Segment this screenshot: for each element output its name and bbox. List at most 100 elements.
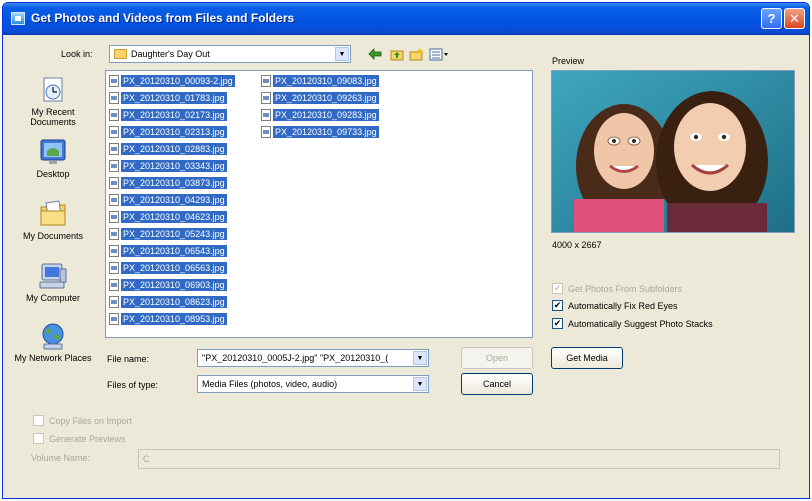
get-media-button[interactable]: Get Media: [551, 347, 623, 369]
back-arrow-icon[interactable]: [367, 48, 383, 62]
image-file-icon: [109, 227, 119, 240]
place-label: Desktop: [36, 169, 70, 179]
file-item[interactable]: PX_20120310_08623.jpg: [109, 293, 235, 310]
image-file-icon: [109, 261, 119, 274]
file-name: PX_20120310_06543.jpg: [121, 244, 227, 257]
file-item[interactable]: PX_20120310_04623.jpg: [109, 208, 235, 225]
suggest-photo-stacks-checkbox[interactable]: ✔ Automatically Suggest Photo Stacks: [552, 318, 713, 329]
network-places-icon: [38, 321, 68, 351]
help-button[interactable]: ?: [761, 8, 782, 29]
place-label: My Recent Documents: [30, 107, 76, 127]
look-in-value: Daughter's Day Out: [131, 49, 210, 59]
file-name: PX_20120310_03873.jpg: [121, 176, 227, 189]
my-documents-icon: [38, 199, 68, 229]
open-button[interactable]: Open: [461, 347, 533, 369]
file-item[interactable]: PX_20120310_02313.jpg: [109, 123, 235, 140]
image-file-icon: [261, 91, 271, 104]
file-name: PX_20120310_05243.jpg: [121, 227, 227, 240]
files-of-type-dropdown[interactable]: Media Files (photos, video, audio) ▼: [197, 375, 429, 393]
look-in-label: Look in:: [61, 49, 93, 59]
file-name: PX_20120310_00093-2.jpg: [121, 74, 235, 87]
file-column-1: PX_20120310_00093-2.jpg PX_20120310_01783…: [109, 72, 235, 327]
file-name: PX_20120310_06563.jpg: [121, 261, 227, 274]
image-file-icon: [109, 244, 119, 257]
file-name-value: "PX_20120310_0005J-2.jpg" "PX_20120310_(: [202, 353, 389, 363]
file-name: PX_20120310_09283.jpg: [273, 108, 379, 121]
place-label: My Computer: [25, 293, 80, 303]
my-computer-icon: [38, 261, 68, 291]
new-folder-icon[interactable]: [408, 48, 424, 62]
file-item[interactable]: PX_20120310_02173.jpg: [109, 106, 235, 123]
file-item[interactable]: PX_20120310_04293.jpg: [109, 191, 235, 208]
checkmark-icon: ✔: [552, 283, 563, 294]
place-label: My Network Places: [14, 353, 92, 363]
image-file-icon: [109, 210, 119, 223]
file-item[interactable]: PX_20120310_06543.jpg: [109, 242, 235, 259]
file-name: PX_20120310_02883.jpg: [121, 142, 227, 155]
dialog-title: Get Photos and Videos from Files and Fol…: [31, 11, 295, 25]
checkmark-icon: ✔: [552, 318, 563, 329]
file-item[interactable]: PX_20120310_08953.jpg: [109, 310, 235, 327]
file-item[interactable]: PX_20120310_09263.jpg: [261, 89, 379, 106]
volume-name-field[interactable]: C: [138, 449, 780, 469]
cancel-button[interactable]: Cancel: [461, 373, 533, 395]
file-item[interactable]: PX_20120310_05243.jpg: [109, 225, 235, 242]
image-file-icon: [109, 125, 119, 138]
look-in-dropdown[interactable]: Daughter's Day Out ▼: [109, 45, 351, 63]
views-menu-icon[interactable]: [429, 48, 451, 62]
file-name: PX_20120310_09083.jpg: [273, 74, 379, 87]
file-item[interactable]: PX_20120310_00093-2.jpg: [109, 72, 235, 89]
close-button[interactable]: ✕: [784, 8, 805, 29]
file-item[interactable]: PX_20120310_01783.jpg: [109, 89, 235, 106]
image-file-icon: [261, 125, 271, 138]
place-my-network-places[interactable]: My Network Places: [13, 321, 93, 363]
file-item[interactable]: PX_20120310_03873.jpg: [109, 174, 235, 191]
file-item[interactable]: PX_20120310_09733.jpg: [261, 123, 379, 140]
file-item[interactable]: PX_20120310_06903.jpg: [109, 276, 235, 293]
file-item[interactable]: PX_20120310_03343.jpg: [109, 157, 235, 174]
place-my-computer[interactable]: My Computer: [13, 261, 93, 303]
recent-documents-icon: [38, 75, 68, 105]
folder-icon: [114, 49, 127, 59]
file-name: PX_20120310_02173.jpg: [121, 108, 227, 121]
file-name: PX_20120310_09263.jpg: [273, 91, 379, 104]
image-file-icon: [109, 91, 119, 104]
fix-red-eyes-checkbox[interactable]: ✔ Automatically Fix Red Eyes: [552, 300, 678, 311]
image-file-icon: [109, 74, 119, 87]
image-file-icon: [109, 193, 119, 206]
image-file-icon: [109, 142, 119, 155]
preview-label: Preview: [552, 56, 585, 66]
checkbox-label: Generate Previews: [49, 433, 126, 444]
file-column-2: PX_20120310_09083.jpg PX_20120310_09263.j…: [261, 72, 379, 140]
file-item[interactable]: PX_20120310_09083.jpg: [261, 72, 379, 89]
file-list[interactable]: PX_20120310_00093-2.jpg PX_20120310_01783…: [105, 70, 533, 338]
get-photos-subfolders-checkbox[interactable]: ✔ Get Photos From Subfolders: [552, 283, 682, 294]
desktop-icon: [38, 137, 68, 167]
up-folder-icon[interactable]: [389, 48, 405, 62]
file-name: PX_20120310_08623.jpg: [121, 295, 227, 308]
copy-files-on-import-checkbox[interactable]: Copy Files on Import: [33, 415, 132, 426]
file-item[interactable]: PX_20120310_02883.jpg: [109, 140, 235, 157]
place-my-documents[interactable]: My Documents: [13, 199, 93, 241]
image-file-icon: [109, 176, 119, 189]
file-item[interactable]: PX_20120310_09283.jpg: [261, 106, 379, 123]
file-name: PX_20120310_02313.jpg: [121, 125, 227, 138]
file-name: PX_20120310_06903.jpg: [121, 278, 227, 291]
image-file-icon: [109, 295, 119, 308]
checkbox-label: Get Photos From Subfolders: [568, 283, 683, 294]
title-bar[interactable]: Get Photos and Videos from Files and Fol…: [3, 3, 809, 35]
image-file-icon: [109, 108, 119, 121]
generate-previews-checkbox[interactable]: Generate Previews: [33, 433, 126, 444]
image-file-icon: [261, 74, 271, 87]
app-icon: [11, 12, 25, 25]
file-name-input[interactable]: "PX_20120310_0005J-2.jpg" "PX_20120310_(…: [197, 349, 429, 367]
chevron-down-icon[interactable]: ▼: [413, 377, 427, 391]
chevron-down-icon[interactable]: ▼: [335, 47, 349, 61]
chevron-down-icon[interactable]: ▼: [413, 351, 427, 365]
get-photos-dialog: Get Photos and Videos from Files and Fol…: [2, 2, 810, 499]
file-item[interactable]: PX_20120310_06563.jpg: [109, 259, 235, 276]
place-desktop[interactable]: Desktop: [13, 137, 93, 179]
place-my-recent-documents[interactable]: My Recent Documents: [13, 75, 93, 127]
file-name-label: File name:: [107, 354, 150, 364]
volume-name-value: C: [143, 454, 150, 464]
